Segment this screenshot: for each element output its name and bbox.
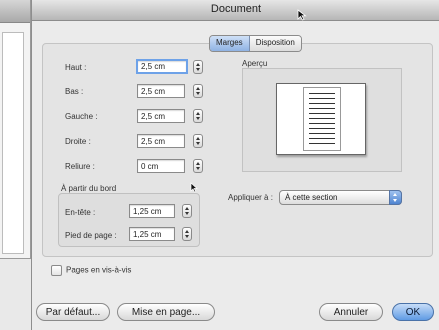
bottom-margin-label: Bas : xyxy=(65,87,84,96)
top-margin-stepper[interactable] xyxy=(193,60,203,74)
left-margin-label: Gauche : xyxy=(65,112,98,121)
background-window-content xyxy=(2,32,24,254)
gutter-label: Reliure : xyxy=(65,162,95,171)
text-line xyxy=(309,108,335,109)
cancel-button[interactable]: Annuler xyxy=(319,303,383,321)
page-margin-outline xyxy=(303,87,341,151)
gutter-field[interactable]: 0 cm xyxy=(137,159,185,173)
text-line xyxy=(309,113,335,114)
text-line xyxy=(309,93,335,94)
header-label: En-tête : xyxy=(65,208,96,217)
footer-stepper[interactable] xyxy=(182,227,192,241)
footer-label: Pied de page : xyxy=(65,231,117,240)
text-line xyxy=(309,133,335,134)
dialog-title: Document xyxy=(210,3,262,15)
header-field[interactable]: 1,25 cm xyxy=(129,204,175,218)
dialog-titlebar[interactable]: Document xyxy=(32,0,439,21)
text-line xyxy=(309,98,335,99)
bottom-margin-stepper[interactable] xyxy=(193,84,203,98)
right-margin-field[interactable]: 2,5 cm xyxy=(137,134,185,148)
apply-to-value: À cette section xyxy=(285,193,338,202)
segmented-tabs: Marges Disposition xyxy=(209,35,302,52)
mouse-cursor-icon xyxy=(297,9,307,21)
preview-label: Aperçu xyxy=(242,59,268,68)
mirror-pages-checkbox[interactable] xyxy=(51,265,62,276)
gutter-stepper[interactable] xyxy=(193,159,203,173)
from-edge-title: À partir du bord xyxy=(61,184,117,193)
left-margin-field[interactable]: 2,5 cm xyxy=(137,109,185,123)
right-margin-stepper[interactable] xyxy=(193,134,203,148)
mirror-pages-row[interactable]: Pages en vis-à-vis xyxy=(51,265,131,276)
mouse-cursor-icon xyxy=(190,182,198,193)
right-margin-label: Droite : xyxy=(65,137,91,146)
ok-button[interactable]: OK xyxy=(392,303,434,321)
header-stepper[interactable] xyxy=(182,204,192,218)
left-margin-stepper[interactable] xyxy=(193,109,203,123)
apply-to-label: Appliquer à : xyxy=(228,193,273,202)
footer-field[interactable]: 1,25 cm xyxy=(129,227,175,241)
select-arrows-icon xyxy=(389,190,402,205)
bottom-margin-field[interactable]: 2,5 cm xyxy=(137,84,185,98)
apply-to-select[interactable]: À cette section xyxy=(279,190,402,205)
mirror-pages-label: Pages en vis-à-vis xyxy=(66,265,132,275)
background-window-titlebar xyxy=(0,0,30,23)
tab-disposition[interactable]: Disposition xyxy=(249,36,301,51)
text-line xyxy=(309,138,335,139)
top-margin-field[interactable]: 2,5 cm xyxy=(136,59,188,74)
text-line xyxy=(309,103,335,104)
text-line xyxy=(309,123,335,124)
text-line xyxy=(309,143,335,144)
document-dialog: Document Marges Disposition Haut : 2,5 c… xyxy=(31,0,439,330)
page-preview xyxy=(276,83,366,155)
background-window xyxy=(0,0,31,259)
top-margin-label: Haut : xyxy=(65,63,87,72)
tab-marges[interactable]: Marges xyxy=(210,36,250,51)
defaults-button[interactable]: Par défaut... xyxy=(36,303,110,321)
page-setup-button[interactable]: Mise en page... xyxy=(117,303,215,321)
text-line xyxy=(309,118,335,119)
text-line xyxy=(309,128,335,129)
